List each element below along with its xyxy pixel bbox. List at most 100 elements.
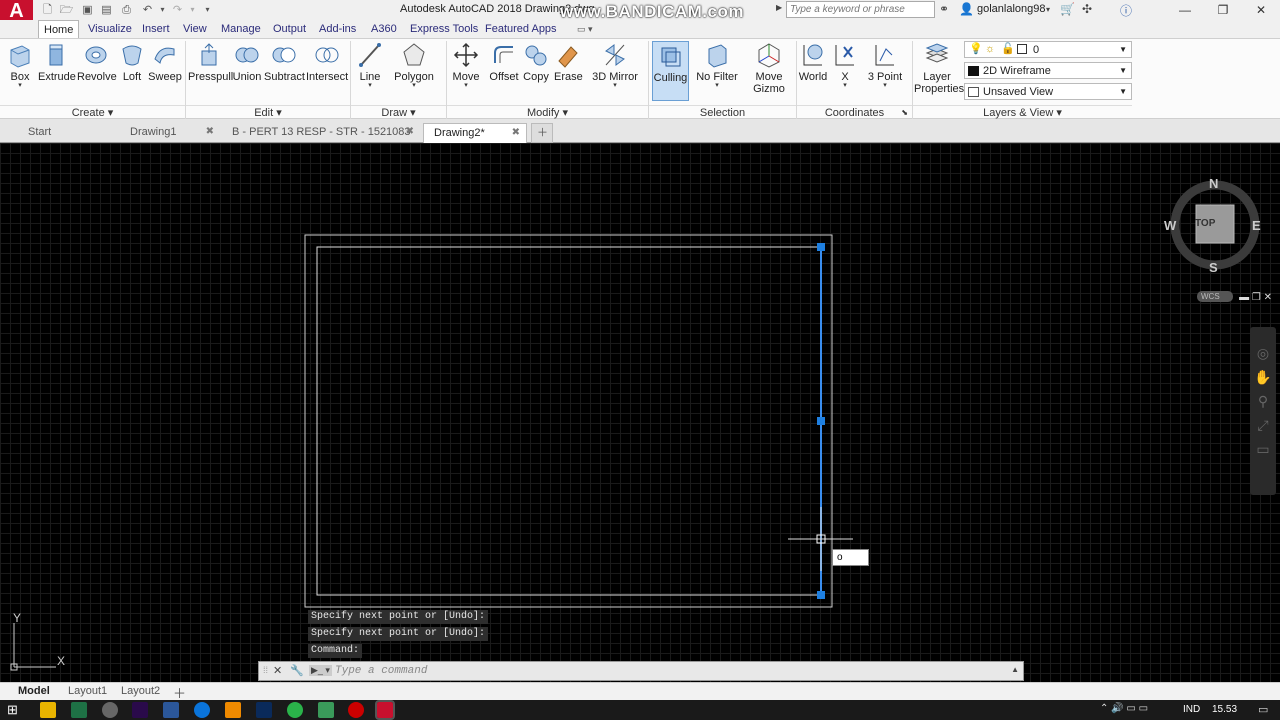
draw-panel-title[interactable]: Draw ▾ <box>351 105 446 119</box>
save-as-icon[interactable]: ▤ <box>99 3 114 17</box>
union-button[interactable]: Union <box>232 41 262 83</box>
create-panel-title[interactable]: Create ▾ <box>0 105 185 119</box>
user-icon[interactable]: 👤 <box>959 2 974 16</box>
outer-rectangle[interactable] <box>304 234 833 608</box>
edit-panel-title[interactable]: Edit ▾ <box>186 105 350 119</box>
named-view-dropdown[interactable]: Unsaved View ▼ <box>964 83 1132 100</box>
dynamic-input-field[interactable]: o <box>832 549 869 566</box>
minimize-button[interactable]: — <box>1165 1 1205 19</box>
premiere-icon[interactable] <box>132 702 148 718</box>
no-filter-button[interactable]: No Filter ▾ <box>695 41 739 89</box>
tab-insert[interactable]: Insert <box>137 20 175 38</box>
close-tab-icon[interactable]: ✖ <box>512 124 520 142</box>
restore-button[interactable]: ❐ <box>1203 1 1243 19</box>
redo-icon[interactable]: ↷ <box>170 3 185 17</box>
doc-tab-drawing2[interactable]: Drawing2* ✖ <box>423 123 527 143</box>
close-tab-icon[interactable]: ✖ <box>206 123 214 141</box>
recent-commands-icon[interactable]: ▶_ ▾ <box>309 665 332 676</box>
line-button[interactable]: Line ▾ <box>354 41 386 89</box>
customize-qat-icon[interactable]: ▾ <box>200 3 215 17</box>
viewcube-top-face[interactable]: TOP <box>1195 218 1215 229</box>
inner-polyline[interactable] <box>316 246 821 596</box>
close-button[interactable]: ✕ <box>1241 1 1280 19</box>
application-menu-button[interactable]: A <box>0 0 33 22</box>
revolve-button[interactable]: Revolve <box>77 41 117 83</box>
new-tab-button[interactable]: ＋ <box>531 123 553 143</box>
help-icon[interactable]: ⓘ <box>1120 2 1132 19</box>
coordinates-panel-title[interactable]: Coordinates ⬊ <box>797 105 912 119</box>
save-icon[interactable]: ▣ <box>80 3 95 17</box>
ucs-3point-button[interactable]: 3 Point ▾ <box>866 41 904 89</box>
loft-button[interactable]: Loft <box>118 41 146 83</box>
tab-home[interactable]: Home <box>38 20 80 38</box>
move-button[interactable]: Move ▾ <box>450 41 482 89</box>
search-expand-icon[interactable]: ▶ <box>776 3 782 12</box>
compass-e[interactable]: E <box>1252 218 1261 233</box>
layers-view-panel-title[interactable]: Layers & View ▾ <box>913 105 1132 119</box>
excel-icon[interactable] <box>71 702 87 718</box>
layer-properties-button[interactable]: Layer Properties <box>914 41 964 95</box>
move-gizmo-button[interactable]: Move Gizmo <box>748 41 790 95</box>
grip-bottom[interactable] <box>817 591 825 599</box>
modify-panel-title[interactable]: Modify ▾ <box>447 105 648 119</box>
autocad-taskbar-icon[interactable] <box>375 700 395 720</box>
copy-button[interactable]: Copy <box>522 41 550 83</box>
grip-handle-icon[interactable]: ⁞⁞ <box>263 665 268 675</box>
file-explorer-icon[interactable] <box>40 702 56 718</box>
bandicam-icon[interactable] <box>348 702 364 718</box>
tab-add-ins[interactable]: Add-ins <box>314 20 361 38</box>
tab-model[interactable]: Model <box>18 685 50 697</box>
tray-icons[interactable]: ⌃ 🔊 ▭ ▭ <box>1100 703 1148 714</box>
wrench-icon[interactable]: 🔧 <box>290 664 304 677</box>
windows-start-icon[interactable]: ⊞ <box>7 702 18 718</box>
polygon-button[interactable]: Polygon ▾ <box>394 41 434 89</box>
binoculars-icon[interactable]: ⚭ <box>939 2 949 16</box>
3d-mirror-button[interactable]: 3D Mirror ▾ <box>591 41 639 89</box>
username[interactable]: golanlalong98 <box>977 3 1046 15</box>
grip-mid[interactable] <box>817 417 825 425</box>
layer-dropdown[interactable]: 💡 ☼ 🔓 0 ▼ <box>964 41 1132 58</box>
new-file-icon[interactable]: 🗋 <box>40 3 55 17</box>
tab-layout2[interactable]: Layout2 <box>121 685 160 697</box>
close-commandline-icon[interactable]: ✕ <box>273 664 282 677</box>
compass-w[interactable]: W <box>1164 218 1176 233</box>
tab-a360[interactable]: A360 <box>366 20 402 38</box>
photoshop-icon[interactable] <box>256 702 272 718</box>
doc-tab-pert13[interactable]: B - PERT 13 RESP - STR - 1521083 (5)*✖ <box>222 123 420 156</box>
wcs-menu[interactable]: WCS <box>1201 292 1220 301</box>
extrude-button[interactable]: Extrude <box>38 41 76 83</box>
undo-dropdown-icon[interactable]: ▾ <box>155 3 170 17</box>
tab-manage[interactable]: Manage <box>216 20 266 38</box>
redo-dropdown-icon[interactable]: ▾ <box>185 3 200 17</box>
tab-visualize[interactable]: Visualize <box>83 20 137 38</box>
offset-button[interactable]: Offset <box>488 41 520 83</box>
drawing-canvas[interactable]: ▬ ❐ ✕ TOP N S E W WCS Y X o <box>0 143 1280 682</box>
visual-style-dropdown[interactable]: 2D Wireframe ▼ <box>964 62 1132 79</box>
search-input[interactable]: Type a keyword or phrase <box>786 1 935 18</box>
open-file-icon[interactable]: 🗁 <box>59 3 74 17</box>
sweep-button[interactable]: Sweep <box>148 41 182 83</box>
line-app-icon[interactable] <box>287 702 303 718</box>
clock[interactable]: 15.53 <box>1212 704 1237 715</box>
world-ucs-button[interactable]: World <box>798 41 828 83</box>
presspull-button[interactable]: Presspull <box>188 41 233 83</box>
box-button[interactable]: Box ▾ <box>5 41 35 89</box>
tab-express-tools[interactable]: Express Tools <box>405 20 483 38</box>
language-indicator[interactable]: IND <box>1183 704 1200 715</box>
close-tab-icon[interactable]: ✖ <box>406 123 414 141</box>
doc-tab-start[interactable]: Start <box>18 123 118 143</box>
undo-icon[interactable]: ↶ <box>140 3 155 17</box>
tab-view[interactable]: View <box>178 20 212 38</box>
doc-tab-drawing1[interactable]: Drawing1 ✖ <box>120 123 220 143</box>
command-expand-icon[interactable]: ▲ <box>1011 665 1019 674</box>
ucs-x-button[interactable]: X ▾ <box>832 41 858 89</box>
edge-icon[interactable] <box>194 702 210 718</box>
print-icon[interactable]: ⎙ <box>119 3 134 17</box>
grip-top[interactable] <box>817 243 825 251</box>
compass-s[interactable]: S <box>1209 260 1218 275</box>
vlc-icon[interactable] <box>225 702 241 718</box>
notification-icon[interactable]: ▭ <box>1258 703 1268 716</box>
maps-icon[interactable] <box>318 702 334 718</box>
subtract-button[interactable]: Subtract <box>264 41 305 83</box>
intersect-button[interactable]: Intersect <box>306 41 348 83</box>
